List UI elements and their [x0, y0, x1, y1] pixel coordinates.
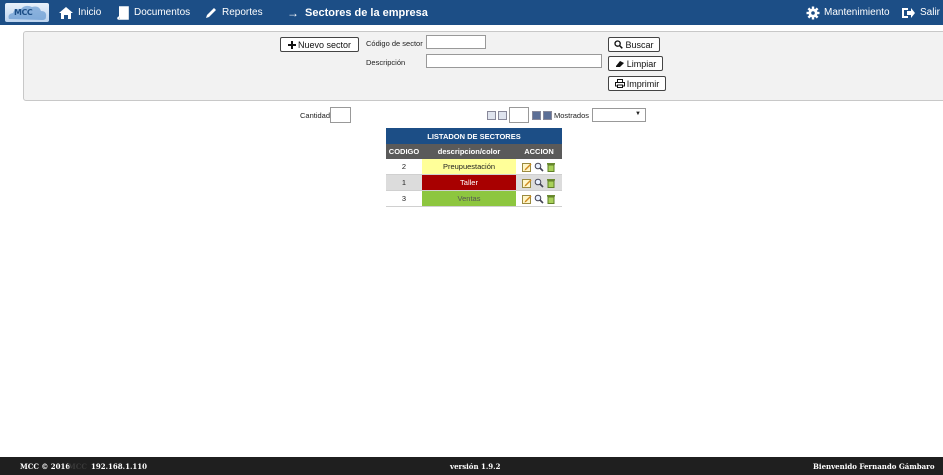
page-number-input[interactable]	[509, 107, 529, 123]
buscar-label: Buscar	[625, 39, 654, 50]
row-actions	[516, 190, 562, 207]
plus-icon	[287, 40, 296, 49]
next-page-icon[interactable]	[532, 111, 541, 120]
chevron-down-icon: ▼	[635, 111, 641, 117]
descripcion-label: Descripción	[366, 58, 406, 67]
row-descripcion: Taller	[422, 174, 516, 191]
row-codigo: 3	[386, 190, 422, 207]
pencil-icon	[206, 7, 216, 18]
row-actions	[516, 159, 562, 175]
footer-version: versión 1.9.2	[450, 462, 501, 471]
edit-icon[interactable]	[522, 162, 532, 172]
nav-inicio[interactable]: Inicio	[58, 0, 101, 25]
cantidad-input[interactable]	[330, 107, 351, 123]
buscar-button[interactable]: Buscar	[608, 37, 660, 52]
row-actions	[516, 174, 562, 191]
row-descripcion: Preupuestación	[422, 159, 516, 175]
delete-icon[interactable]	[546, 178, 556, 188]
table-row: 3 Ventas	[386, 190, 562, 207]
mostrados-select[interactable]: ▼	[592, 108, 646, 122]
mostrados-label: Mostrados	[554, 111, 590, 120]
top-navbar: MCC Inicio Documentos Reportes → Sectore…	[0, 0, 943, 25]
table-row: 1 Taller	[386, 174, 562, 191]
search-icon[interactable]	[534, 194, 544, 204]
limpiar-button[interactable]: Limpiar	[608, 56, 663, 71]
nav-documentos-label: Documentos	[134, 7, 191, 18]
gear-icon	[806, 6, 820, 19]
footer-brand: MCC	[68, 462, 87, 471]
row-descripcion: Ventas	[422, 190, 516, 207]
footer-ip: 192.168.1.110	[91, 462, 148, 471]
eraser-icon	[615, 60, 624, 67]
table-caption: LISTADON DE SECTORES	[386, 128, 562, 144]
delete-icon[interactable]	[546, 162, 556, 172]
print-icon	[614, 79, 625, 88]
nav-reportes-label: Reportes	[222, 7, 263, 18]
imprimir-button[interactable]: Imprimir	[608, 76, 666, 91]
footer: MCC © 2016 MCC 192.168.1.110 versión 1.9…	[0, 457, 943, 475]
first-page-icon[interactable]	[487, 111, 496, 120]
codigo-label: Código de sector	[366, 39, 423, 48]
logo-text: MCC	[14, 8, 33, 17]
home-icon	[59, 6, 73, 19]
footer-welcome: Bienvenido Fernando Gámbaro	[813, 462, 935, 471]
footer-copyright: MCC © 2016	[20, 462, 71, 471]
row-codigo: 1	[386, 174, 422, 191]
nav-salir[interactable]: Salir	[901, 0, 940, 25]
delete-icon[interactable]	[546, 194, 556, 204]
limpiar-label: Limpiar	[626, 58, 657, 69]
prev-page-icon[interactable]	[498, 111, 507, 120]
page-title: → Sectores de la empresa	[287, 0, 428, 25]
header-descripcion: descripcion/color	[422, 144, 516, 159]
edit-icon[interactable]	[522, 178, 532, 188]
nav-inicio-label: Inicio	[78, 7, 102, 18]
sectores-table: LISTADON DE SECTORES CODIGO descripcion/…	[386, 128, 562, 207]
row-codigo: 2	[386, 159, 422, 175]
descripcion-input[interactable]	[426, 54, 602, 68]
cantidad-label: Cantidad	[300, 111, 331, 120]
nuevo-sector-label: Nuevo sector	[297, 39, 352, 50]
nav-documentos[interactable]: Documentos	[116, 0, 190, 25]
nav-reportes[interactable]: Reportes	[204, 0, 263, 25]
page-title-text: Sectores de la empresa	[305, 6, 428, 19]
codigo-input[interactable]	[426, 35, 486, 49]
last-page-icon[interactable]	[543, 111, 552, 120]
sign-out-icon	[902, 7, 915, 18]
imprimir-label: Imprimir	[626, 78, 660, 89]
book-icon	[117, 5, 129, 20]
app-logo[interactable]: MCC	[5, 3, 49, 22]
nav-salir-label: Salir	[920, 7, 941, 18]
edit-icon[interactable]	[522, 194, 532, 204]
search-icon	[614, 40, 624, 49]
search-icon[interactable]	[534, 178, 544, 188]
nav-mantenimiento-label: Mantenimiento	[824, 7, 890, 18]
table-row: 2 Preupuestación	[386, 159, 562, 175]
header-codigo: CODIGO	[386, 144, 422, 159]
search-icon[interactable]	[534, 162, 544, 172]
arrow-icon: →	[287, 5, 299, 20]
header-accion: ACCION	[516, 144, 562, 159]
nav-mantenimiento[interactable]: Mantenimiento	[806, 0, 890, 25]
nuevo-sector-button[interactable]: Nuevo sector	[280, 37, 359, 52]
